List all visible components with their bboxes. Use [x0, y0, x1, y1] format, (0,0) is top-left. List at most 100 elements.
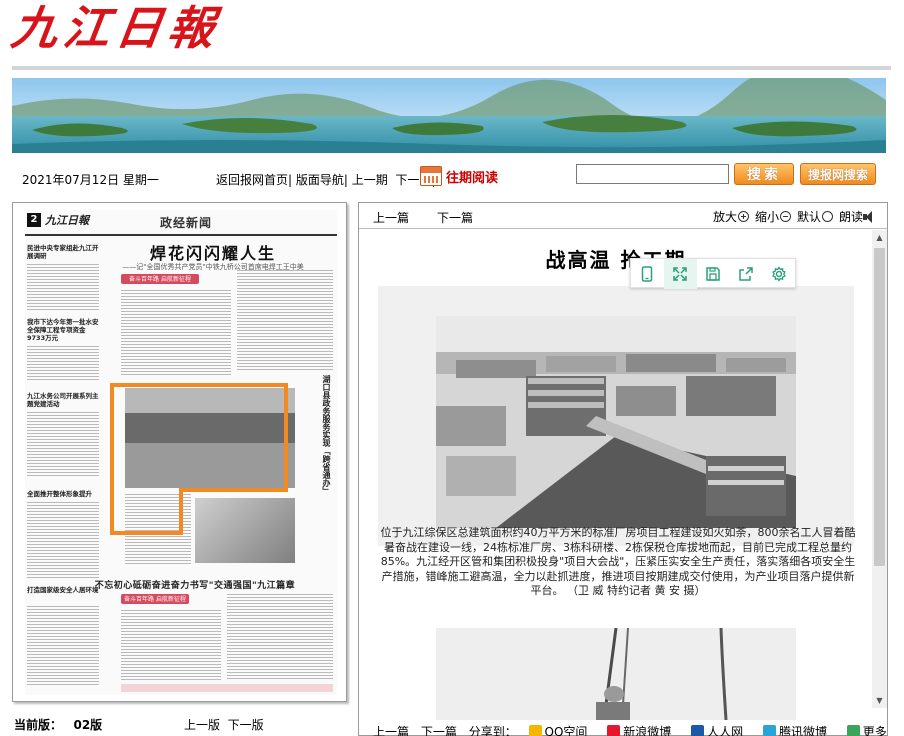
- qzone-icon: [528, 725, 542, 736]
- next-version-link[interactable]: 下一版: [228, 718, 264, 732]
- article-photo[interactable]: [436, 316, 796, 528]
- current-version: 当前版： 02版: [14, 716, 102, 733]
- newspage-photo[interactable]: [125, 388, 295, 488]
- next-article-link[interactable]: 下一篇: [437, 209, 473, 226]
- newspage-text-column: [27, 502, 99, 580]
- bottom-next-article-link[interactable]: 下一篇: [421, 725, 457, 736]
- bottom-prev-article-link[interactable]: 上一篇: [373, 725, 409, 736]
- page: 九江日報 2021年07月12日 星期一 返回报网首页| 版面导航| 上一期 下…: [0, 0, 904, 736]
- fullscreen-icon: [673, 267, 687, 281]
- newspage-text-column: [27, 346, 99, 382]
- scroll-up-icon[interactable]: ▲: [872, 230, 887, 245]
- version-nav: 上一版 下一版: [184, 716, 264, 733]
- page-thumbnail-panel: 2 九江日報 政经新闻 焊花闪闪耀人生 ——记"全国优秀共产党员"中铁九桥公司首…: [12, 202, 347, 702]
- article-panel: 上一篇 下一篇 放大 缩小 默认 朗读 战高温 抢工期 位于九江综保区总建筑面积…: [358, 202, 888, 736]
- search-button[interactable]: 搜索: [734, 163, 794, 185]
- text-tools: 放大 缩小 默认 朗读: [713, 208, 877, 225]
- current-version-label: 当前版：: [14, 718, 63, 732]
- photo-frame: [378, 286, 854, 546]
- nav-layout-link[interactable]: 版面导航|: [296, 173, 348, 187]
- search-input[interactable]: [576, 164, 729, 184]
- newspage-side-head[interactable]: 全面推开整体形象提升: [27, 490, 99, 498]
- calendar-icon: [420, 166, 442, 186]
- default-size-button[interactable]: 默认: [797, 208, 833, 225]
- article-content: 战高温 抢工期 位于九江综保区总建筑面积约40万平方米的标准厂房项目工程建设如火…: [360, 230, 872, 720]
- scroll-down-icon[interactable]: ▼: [872, 693, 887, 708]
- article-photo-2[interactable]: [436, 628, 796, 720]
- archive-label: 往期阅读: [446, 170, 499, 186]
- masthead: 九江日報: [0, 0, 904, 70]
- settings-button[interactable]: [762, 259, 795, 289]
- prev-version-link[interactable]: 上一版: [184, 718, 220, 732]
- gear-icon: [771, 266, 786, 282]
- tencent-weibo-icon: [762, 725, 776, 736]
- newspage-text-column: [121, 610, 221, 680]
- top-nav: 2021年07月12日 星期一 返回报网首页| 版面导航| 上一期 下一期| 往…: [12, 160, 891, 192]
- newspage-photo[interactable]: [195, 498, 295, 563]
- share-button[interactable]: [729, 259, 762, 289]
- newspage-logo: 九江日報: [45, 214, 89, 227]
- newspage-header: 2 九江日報 政经新闻: [25, 210, 337, 236]
- site-logo[interactable]: 九江日報: [8, 1, 224, 55]
- nav-links: 返回报网首页| 版面导航| 上一期 下一期|: [216, 171, 435, 188]
- site-search-button[interactable]: 搜报网搜索: [800, 163, 876, 185]
- zoom-in-button[interactable]: 放大: [713, 208, 749, 225]
- newspage-headline[interactable]: 焊花闪闪耀人生: [113, 240, 313, 264]
- article-scrollbar[interactable]: ▲ ▼: [872, 230, 887, 708]
- newspage-footer-strip: [121, 684, 333, 692]
- save-button[interactable]: [697, 259, 730, 289]
- newspage-red-box: 奋斗百年路 启航新征程: [121, 274, 199, 284]
- phone-icon: [642, 266, 653, 282]
- zoom-out-button[interactable]: 缩小: [755, 208, 791, 225]
- radio-icon: [821, 211, 833, 222]
- share-more-label: 更多: [862, 725, 887, 736]
- newspage-text-column: [125, 494, 191, 564]
- renren-icon: [691, 725, 705, 736]
- newspage-side-head[interactable]: 我市下达今年第一批水安全保障工程专项资金9733万元: [27, 318, 99, 342]
- default-size-label: 默认: [796, 210, 821, 224]
- newspage-text-column: [27, 412, 99, 478]
- mobile-view-button[interactable]: [631, 259, 664, 289]
- current-version-value: 02版: [73, 718, 103, 732]
- more-icon: [846, 725, 860, 736]
- article-caption: 位于九江综保区总建筑面积约40万平方米的标准厂房项目工程建设如火如荼，800余名…: [380, 526, 856, 597]
- read-aloud-label: 朗读: [838, 210, 863, 224]
- zoom-in-icon: [737, 211, 749, 222]
- share-qzone[interactable]: QQ空间: [528, 725, 596, 736]
- newspage-side-head[interactable]: 民进中央专家组赴九江开展调研: [27, 244, 99, 260]
- newspage-red-box: 奋斗百年路 启航新征程: [121, 594, 189, 604]
- share-renren[interactable]: 人人网: [691, 725, 751, 736]
- scroll-thumb[interactable]: [874, 248, 885, 566]
- weibo-icon: [607, 725, 621, 736]
- newspage-vertical-head[interactable]: 湖口县政务服务实现「跨省通办」: [321, 375, 331, 495]
- nav-home-link[interactable]: 返回报网首页|: [216, 173, 292, 187]
- share-more[interactable]: 更多: [846, 725, 887, 736]
- nav-prev-issue-link[interactable]: 上一期: [352, 173, 388, 187]
- zoom-out-icon: [779, 211, 791, 222]
- share-tencent-weibo[interactable]: 腾讯微博: [762, 725, 835, 736]
- article-toolbar: 上一篇 下一篇 放大 缩小 默认 朗读: [359, 203, 887, 229]
- speaker-icon: [863, 211, 877, 223]
- newspage-section: 政经新闻: [160, 216, 213, 230]
- floating-toolbar: [630, 258, 796, 289]
- fullscreen-button[interactable]: [663, 259, 697, 289]
- share-label: 分享到：: [468, 725, 517, 736]
- newspage-bottom-head[interactable]: 不忘初心砥砺奋进奋力书写"交通强国"九江篇章: [55, 578, 335, 591]
- zoom-in-label: 放大: [712, 210, 737, 224]
- newspage-text-column: [121, 290, 231, 376]
- archive-link[interactable]: 往期阅读: [420, 164, 498, 188]
- share-weibo[interactable]: 新浪微博: [607, 725, 679, 736]
- prev-article-link[interactable]: 上一篇: [373, 209, 409, 226]
- newspage-text-column: [27, 264, 99, 310]
- newspaper-page-image[interactable]: 2 九江日報 政经新闻 焊花闪闪耀人生 ——记"全国优秀共产党员"中铁九桥公司首…: [25, 210, 337, 695]
- newspage-text-column: [27, 606, 99, 686]
- read-aloud-button[interactable]: 朗读: [839, 208, 877, 225]
- newspage-side-head[interactable]: 九江水务公司开展系列主题党建活动: [27, 392, 99, 408]
- share-renren-label: 人人网: [707, 725, 744, 736]
- newspage-number: 2: [27, 213, 41, 227]
- newspage-text-column: [237, 270, 333, 370]
- share-icon: [739, 267, 753, 281]
- newspage-text-column: [227, 594, 333, 680]
- article-bottom-bar: 上一篇 下一篇 分享到： QQ空间 新浪微博 人人网 腾讯微博 更多: [359, 723, 887, 736]
- issue-date: 2021年07月12日 星期一: [22, 173, 159, 187]
